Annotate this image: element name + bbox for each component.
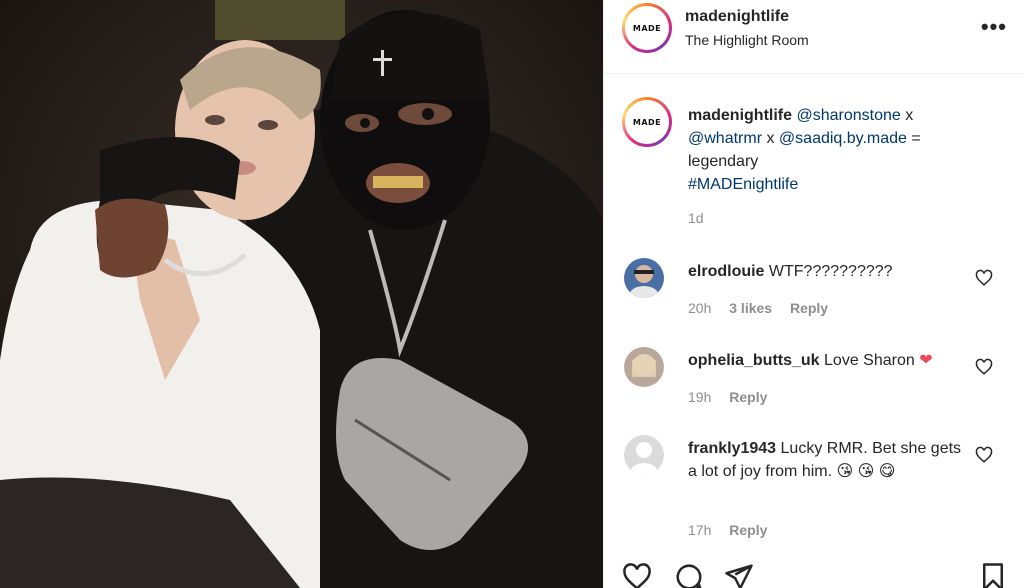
comment-time[interactable]: 19h [688, 389, 711, 405]
post-age: 1d [688, 210, 704, 226]
comment-body: frankly1943 Lucky RMR. Bet she gets a lo… [688, 437, 963, 483]
action-bar [604, 560, 1024, 588]
caption-avatar[interactable]: MADE [622, 97, 672, 147]
caption-separator-2: x [762, 130, 779, 147]
reply-button[interactable]: Reply [729, 389, 767, 405]
bookmark-icon[interactable] [978, 562, 1008, 588]
mention-whatrmr[interactable]: @whatrmr [688, 130, 762, 147]
caption-username[interactable]: madenightlife [688, 107, 792, 124]
comment-icon[interactable] [674, 562, 704, 588]
commenter-avatar[interactable] [624, 435, 664, 475]
mention-sharonstone[interactable]: @sharonstone [796, 107, 900, 124]
default-avatar-icon [624, 435, 664, 475]
comment-body: ophelia_butts_uk Love Sharon ❤ [688, 349, 963, 372]
more-options-icon[interactable]: ••• [981, 14, 1007, 40]
red-heart-emoji: ❤ [919, 352, 933, 369]
location-link[interactable]: The Highlight Room [685, 32, 809, 48]
comment-body: elrodlouie WTF?????????? [688, 260, 963, 283]
post-header: MADE madenightlife The Highlight Room ••… [604, 0, 1024, 74]
commenter-avatar-image [624, 258, 664, 298]
comment-like-icon[interactable] [975, 269, 993, 287]
caption-separator-3: = [906, 130, 921, 147]
commenter-avatar[interactable] [624, 347, 664, 387]
comment-like-icon[interactable] [975, 358, 993, 376]
caption-body: legendary [688, 153, 759, 170]
comment-likes[interactable]: 3 likes [729, 300, 772, 316]
reply-button[interactable]: Reply [729, 522, 767, 538]
caption-avatar-logo: MADE [632, 117, 662, 127]
comment-text: WTF?????????? [768, 263, 893, 280]
comment-time[interactable]: 17h [688, 522, 711, 538]
comment-time[interactable]: 20h [688, 300, 711, 316]
header-username[interactable]: madenightlife [685, 8, 789, 26]
reply-button[interactable]: Reply [790, 300, 828, 316]
comment-meta: 17h Reply [688, 522, 781, 538]
comment-username[interactable]: elrodlouie [688, 263, 764, 280]
comment-username[interactable]: ophelia_butts_uk [688, 352, 820, 369]
post-sidebar: MADE madenightlife The Highlight Room ••… [603, 0, 1024, 588]
comment-username[interactable]: frankly1943 [688, 440, 776, 457]
hashtag-link[interactable]: #MADEnightlife [688, 176, 798, 193]
kiss-emoji: 😘 😘 😋 [836, 463, 896, 480]
caption-separator-1: x [900, 107, 914, 124]
caption-text: madenightlife @sharonstone x @whatrmr x … [688, 104, 978, 196]
post-photo[interactable] [0, 0, 603, 588]
share-icon[interactable] [724, 562, 754, 588]
commenter-avatar-image [624, 347, 664, 387]
comment-meta: 20h 3 likes Reply [688, 300, 842, 316]
mention-saadiq[interactable]: @saadiq.by.made [779, 130, 907, 147]
comment-meta: 19h Reply [688, 389, 781, 405]
post-photo-image [0, 0, 603, 588]
avatar-logo: MADE [632, 23, 662, 33]
comment-like-icon[interactable] [975, 446, 993, 464]
commenter-avatar[interactable] [624, 258, 664, 298]
heart-icon[interactable] [622, 562, 652, 588]
comment-text: Love Sharon [824, 352, 915, 369]
avatar[interactable]: MADE [622, 3, 672, 53]
